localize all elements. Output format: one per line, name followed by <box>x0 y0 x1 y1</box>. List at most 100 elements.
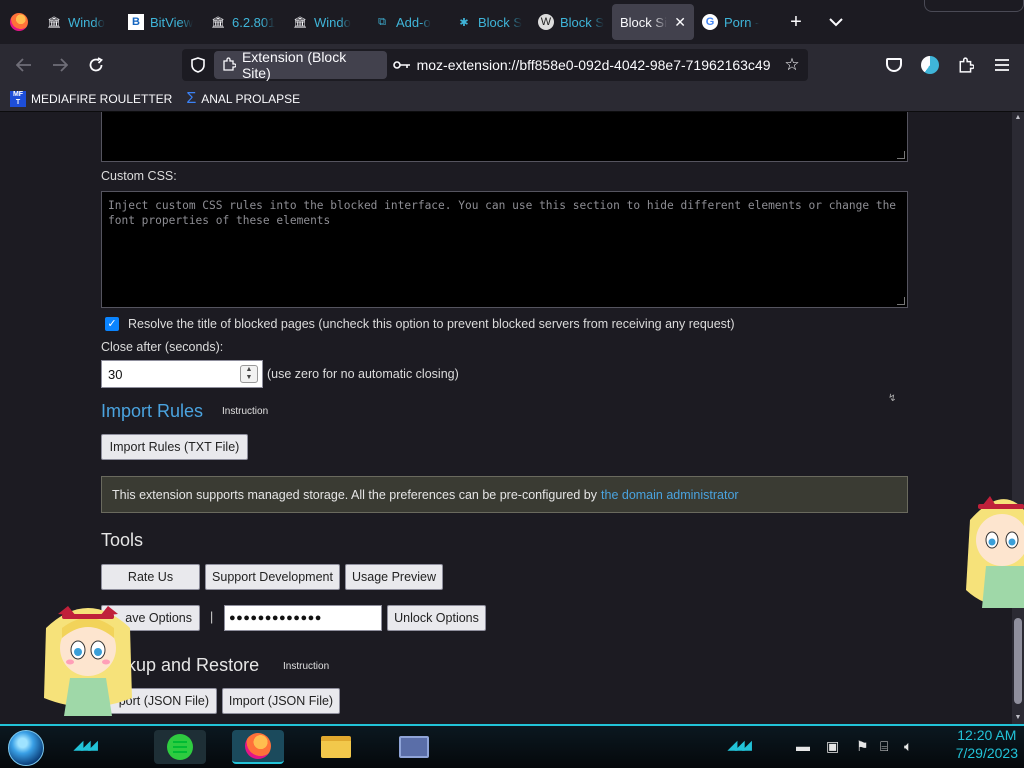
bookmark-label: MEDIAFIRE ROULETTER <box>31 91 173 106</box>
tools-heading: Tools <box>101 530 144 550</box>
taskbar-decoration: ◢◢◢ <box>74 738 98 752</box>
tab-title: Block S <box>560 14 604 30</box>
tab-strip: 🏛︎ Windo B BitView 🏛︎ 6.2.801 🏛︎ Windo ⧉ Add-o ✱ Bl… <box>0 0 1024 44</box>
scroll-up-arrow-icon[interactable]: ▲ <box>1014 114 1022 122</box>
volume-icon[interactable]: 🔈︎ <box>904 738 912 755</box>
tab[interactable]: B BitView <box>120 4 202 40</box>
password-mask: ●●●●●●●●●●●●● <box>229 612 322 624</box>
import-rules-heading: Import Rules <box>101 401 204 421</box>
notes-app-icon[interactable] <box>154 730 206 764</box>
domain-administrator-link[interactable]: the domain administrator <box>601 488 739 502</box>
tab[interactable]: G Porn - <box>694 4 776 40</box>
museum-icon: 🏛︎ <box>47 16 61 29</box>
tab[interactable]: 🏛︎ Windo <box>38 4 120 40</box>
window-grip <box>924 0 1024 12</box>
firefox-menu-icon[interactable] <box>10 13 28 31</box>
import-rules-instruction-link[interactable]: Instruction <box>222 406 268 417</box>
backup-instruction-link[interactable]: Instruction <box>283 661 329 672</box>
url-bar[interactable]: Extension (Block Site) moz-extension://b… <box>182 49 808 81</box>
close-after-value: 30 <box>108 366 123 382</box>
new-tab-button[interactable]: + <box>776 4 816 40</box>
tab-active[interactable]: Block Si ✕ <box>612 4 694 40</box>
system-clock[interactable]: 12:20 AM 7/29/2023 <box>956 726 1018 762</box>
scrollbar-thumb[interactable] <box>1014 618 1022 704</box>
import-json-button[interactable]: Import (JSON File) <box>222 688 340 714</box>
wikipedia-icon: W <box>538 14 554 30</box>
tab[interactable]: 🏛︎ Windo <box>284 4 366 40</box>
bookmarks-toolbar: MF T MEDIAFIRE ROULETTER Σ ANAL PROLAPSE <box>0 86 1024 112</box>
action-center-flag-icon[interactable]: ⚑ <box>856 738 869 755</box>
bookmark-label: ANAL PROLAPSE <box>201 91 301 106</box>
scroll-down-arrow-icon[interactable]: ▼ <box>1014 714 1022 722</box>
custom-css-textarea[interactable]: Inject custom CSS rules into the blocked… <box>101 191 908 308</box>
rate-us-button[interactable]: Rate Us <box>101 564 200 590</box>
pocket-icon[interactable] <box>876 49 912 81</box>
extensions-puzzle-icon[interactable] <box>948 49 984 81</box>
tab[interactable]: W Block S <box>530 4 612 40</box>
network-icon[interactable]: ⌸ <box>880 738 888 755</box>
tab-title: Block Si <box>620 14 667 30</box>
tray-stairs-icon: ▬ <box>796 738 810 754</box>
separator: | <box>210 610 214 624</box>
tab[interactable]: 🏛︎ 6.2.801 <box>202 4 284 40</box>
bookmark-item[interactable]: MF T MEDIAFIRE ROULETTER <box>10 90 173 107</box>
managed-notice-text: This extension supports managed storage.… <box>112 487 598 502</box>
cartoon-character-sticker-left <box>36 598 140 727</box>
previous-textarea[interactable] <box>101 112 908 162</box>
tray-app-icon[interactable]: ▣ <box>826 738 839 755</box>
close-tab-icon[interactable]: ✕ <box>674 14 686 31</box>
account-icon[interactable] <box>912 49 948 81</box>
taskbar-decoration: ◢◢◢ <box>728 738 752 752</box>
tab-title: Porn - <box>724 14 760 30</box>
museum-icon: 🏛︎ <box>211 16 225 29</box>
tab-title: 6.2.801 <box>232 14 276 30</box>
close-after-label: Close after (seconds): <box>101 340 224 354</box>
bookmark-star-icon[interactable]: ☆ <box>776 55 808 75</box>
tab[interactable]: ⧉ Add-o <box>366 4 448 40</box>
mediafire-icon: MF T <box>10 90 26 107</box>
clock-time: 12:20 AM <box>957 727 1017 743</box>
museum-icon: 🏛︎ <box>293 16 307 29</box>
tab-title: BitView <box>150 14 194 30</box>
custom-css-placeholder: Inject custom CSS rules into the blocked… <box>108 199 897 227</box>
import-rules-button[interactable]: Import Rules (TXT File) <box>101 434 248 460</box>
close-after-hint: (use zero for no automatic closing) <box>267 367 459 381</box>
extension-identity-box[interactable]: Extension (Block Site) <box>213 49 387 81</box>
managed-storage-notice: This extension supports managed storage.… <box>101 476 908 513</box>
resolve-title-checkbox[interactable]: ✓ <box>105 317 119 331</box>
toolbar-actions <box>876 49 1020 81</box>
tracking-shield-icon[interactable] <box>182 57 214 73</box>
usage-preview-button[interactable]: Usage Preview <box>345 564 443 590</box>
reload-icon[interactable] <box>78 49 114 81</box>
number-spinner-icon[interactable]: ▲ ▼ <box>240 365 258 383</box>
page-content: Custom CSS: Inject custom CSS rules into… <box>0 112 1012 724</box>
forward-arrow-icon[interactable] <box>42 49 78 81</box>
support-development-button[interactable]: Support Development <box>205 564 340 590</box>
bug-icon: ✱ <box>459 16 469 29</box>
hamburger-menu-icon[interactable] <box>984 49 1020 81</box>
tab-title: Add-o <box>396 14 431 30</box>
tab[interactable]: ✱ Block S <box>448 4 530 40</box>
back-arrow-icon[interactable] <box>6 49 42 81</box>
window-app-icon[interactable] <box>388 730 440 764</box>
close-after-input[interactable]: 30 ▲ ▼ <box>101 360 263 388</box>
navigation-toolbar: Extension (Block Site) moz-extension://b… <box>0 44 1024 86</box>
list-all-tabs-chevron-icon[interactable] <box>816 4 856 40</box>
unlock-options-button[interactable]: Unlock Options <box>387 605 486 631</box>
cartoon-character-sticker-right <box>962 490 1024 619</box>
firefox-taskbar-icon[interactable] <box>232 730 284 764</box>
file-explorer-icon[interactable] <box>310 730 362 764</box>
tab-list: 🏛︎ Windo B BitView 🏛︎ 6.2.801 🏛︎ Windo ⧉ Add-o ✱ Bl… <box>38 4 776 40</box>
custom-css-label: Custom CSS: <box>101 169 177 183</box>
password-input[interactable]: ●●●●●●●●●●●●● <box>224 605 382 631</box>
tab-title: Block S <box>478 14 522 30</box>
clock-date: 7/29/2023 <box>955 745 1018 761</box>
bookmark-item[interactable]: Σ ANAL PROLAPSE <box>186 90 301 107</box>
url-text[interactable]: moz-extension://bff858e0-092d-4042-98e7-… <box>417 57 776 73</box>
bitview-icon: B <box>128 14 144 30</box>
start-button-icon[interactable] <box>8 730 44 766</box>
puzzle-icon: ⧉ <box>378 15 386 28</box>
google-icon: G <box>702 14 718 30</box>
permissions-key-icon[interactable] <box>387 60 417 70</box>
puzzle-icon <box>222 56 237 74</box>
